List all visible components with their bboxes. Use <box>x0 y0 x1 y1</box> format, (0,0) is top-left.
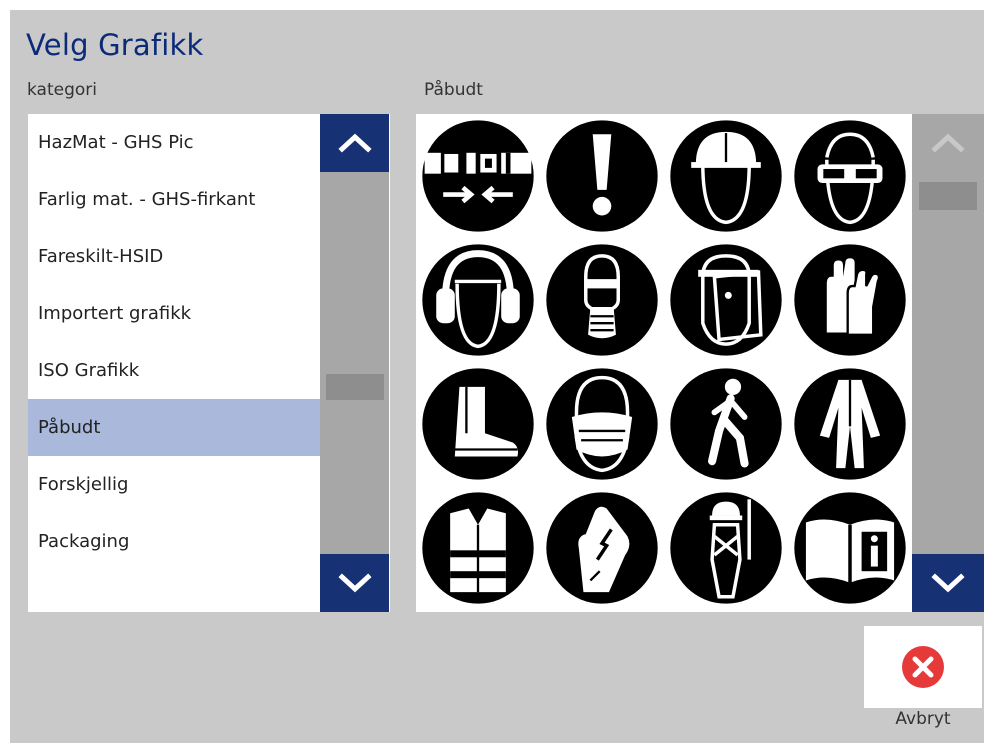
graphics-scroll-up-button[interactable] <box>912 114 984 172</box>
graphics-scrollbar[interactable] <box>912 114 984 612</box>
category-item[interactable]: Packaging <box>28 513 320 570</box>
graphics-grid <box>416 114 912 612</box>
pedestrian-icon <box>670 368 782 480</box>
category-item[interactable]: ISO Grafikk <box>28 342 320 399</box>
ear-protection-icon <box>422 244 534 356</box>
graphic-tile[interactable] <box>540 486 664 610</box>
cancel-button[interactable] <box>864 626 982 708</box>
graphic-tile[interactable] <box>664 486 788 610</box>
chevron-up-icon <box>931 133 965 153</box>
graphics-panel <box>416 114 984 612</box>
chevron-down-icon <box>337 573 372 593</box>
graphic-tile[interactable] <box>416 362 540 486</box>
dialog: Velg Grafikk kategori Påbudt HazMat - GH… <box>10 10 984 743</box>
chevron-up-icon <box>337 133 372 153</box>
graphics-scroll-thumb[interactable] <box>919 182 977 210</box>
protective-suit-icon <box>794 368 906 480</box>
safety-boots-icon <box>422 368 534 480</box>
graphic-tile[interactable] <box>416 114 540 238</box>
exclamation-icon <box>546 120 658 232</box>
category-item[interactable]: Farlig mat. - GHS-firkant <box>28 171 320 228</box>
category-scroll-up-button[interactable] <box>320 114 389 172</box>
graphic-tile[interactable] <box>788 114 912 238</box>
graphic-tile[interactable] <box>664 238 788 362</box>
graphic-tile[interactable] <box>664 362 788 486</box>
category-item-selected[interactable]: Påbudt <box>28 399 320 456</box>
category-scrollbar[interactable] <box>320 114 389 612</box>
graphic-tile[interactable] <box>664 114 788 238</box>
category-item[interactable]: Fareskilt-HSID <box>28 228 320 285</box>
insulated-gloves-icon <box>546 492 658 604</box>
category-item[interactable]: Importert grafikk <box>28 285 320 342</box>
seatbelt-icon <box>422 120 534 232</box>
category-item[interactable]: Forskjellig <box>28 456 320 513</box>
category-list: HazMat - GHS Pic Farlig mat. - GHS-firka… <box>28 114 390 612</box>
graphic-tile[interactable] <box>540 362 664 486</box>
chevron-down-icon <box>931 573 965 593</box>
graphics-label: Påbudt <box>424 80 483 100</box>
category-scroll-down-button[interactable] <box>320 554 389 612</box>
graphics-scroll-down-button[interactable] <box>912 554 984 612</box>
category-label: kategori <box>27 80 97 100</box>
graphic-tile[interactable] <box>416 486 540 610</box>
graphic-tile[interactable] <box>788 486 912 610</box>
harness-icon <box>670 492 782 604</box>
graphic-tile[interactable] <box>540 238 664 362</box>
category-item[interactable]: HazMat - GHS Pic <box>28 114 320 171</box>
graphic-tile[interactable] <box>540 114 664 238</box>
category-scroll-thumb[interactable] <box>326 374 384 400</box>
close-icon <box>902 646 944 688</box>
graphic-tile[interactable] <box>788 362 912 486</box>
face-shield-icon <box>670 244 782 356</box>
graphic-tile[interactable] <box>416 238 540 362</box>
safety-goggles-icon <box>794 120 906 232</box>
page-title: Velg Grafikk <box>26 28 204 62</box>
dust-mask-icon <box>546 368 658 480</box>
hard-hat-icon <box>670 120 782 232</box>
cancel-label: Avbryt <box>895 709 951 729</box>
gloves-icon <box>794 244 906 356</box>
graphic-tile[interactable] <box>788 238 912 362</box>
read-manual-icon <box>794 492 906 604</box>
hi-vis-vest-icon <box>422 492 534 604</box>
respirator-icon <box>546 244 658 356</box>
